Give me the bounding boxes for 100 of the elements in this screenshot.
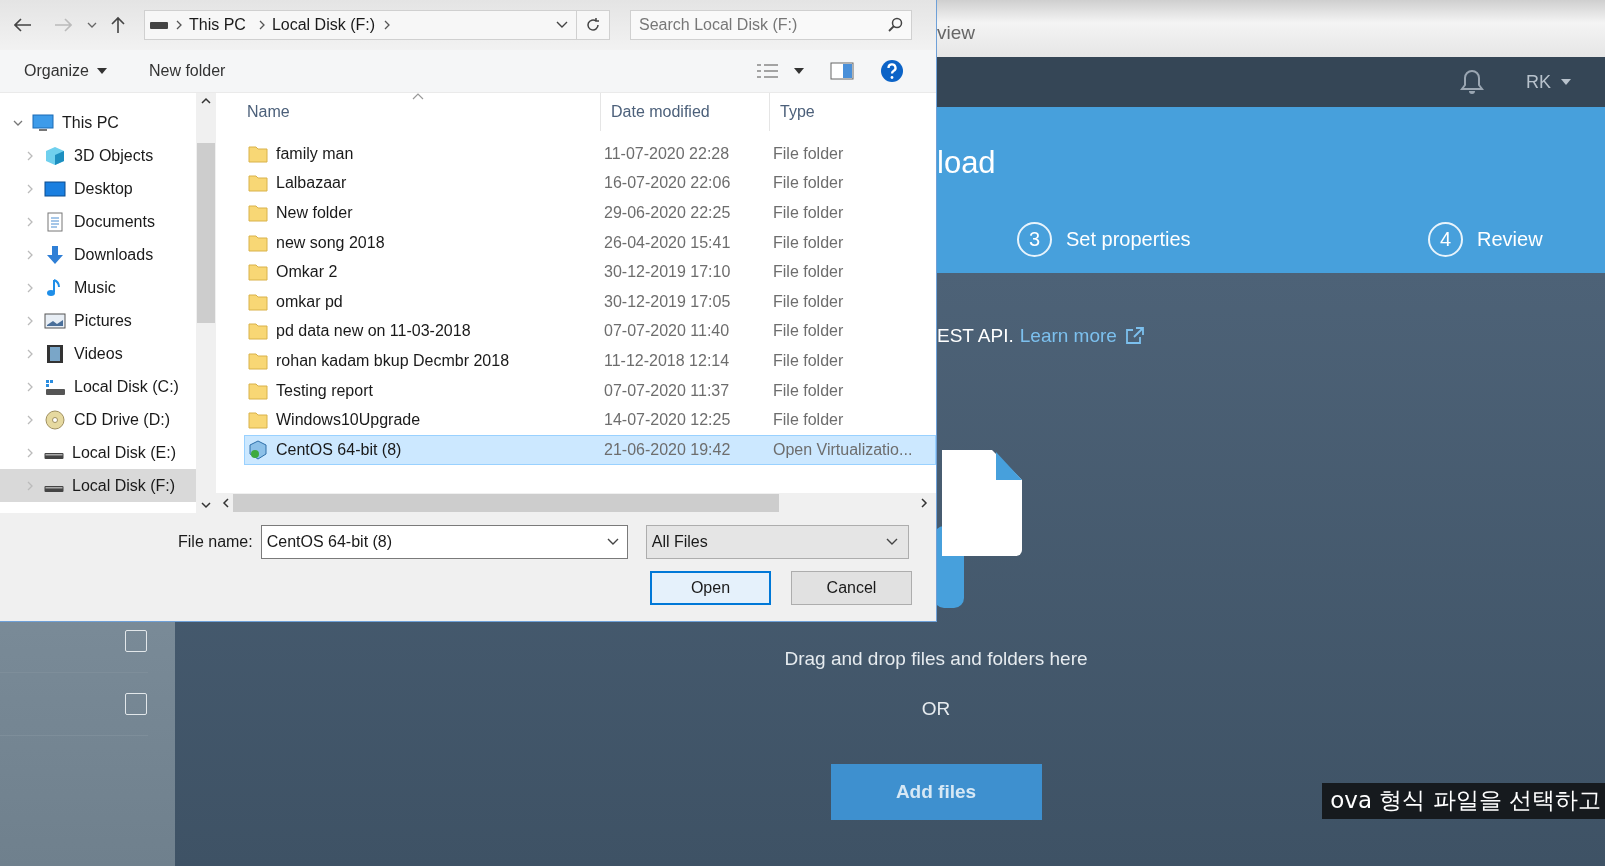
nav-item[interactable]: Downloads [0, 238, 196, 271]
row-checkbox[interactable] [125, 630, 147, 652]
chevron-down-icon[interactable] [606, 538, 619, 546]
cube-icon [44, 145, 66, 166]
scroll-left-icon[interactable] [222, 498, 229, 508]
scrollbar-thumb[interactable] [197, 143, 215, 323]
file-row[interactable]: family man 11-07-2020 22:28 File folder [244, 139, 936, 169]
preview-pane-icon[interactable] [830, 62, 854, 80]
chevron-right-icon [26, 150, 34, 161]
bell-icon[interactable] [1460, 69, 1484, 95]
folder-icon [248, 263, 268, 282]
folder-icon [248, 381, 268, 400]
chevron-right-icon [26, 315, 34, 326]
date-modified: 07-07-2020 11:40 [604, 322, 731, 341]
file-type: File folder [773, 322, 844, 341]
chevron-icon [257, 20, 266, 30]
file-name: family man [276, 144, 354, 163]
file-row[interactable]: new song 2018 26-04-2020 15:41 File folder [244, 227, 936, 258]
file-type: File folder [773, 263, 844, 282]
file-name: New folder [276, 204, 353, 222]
nav-item[interactable]: Local Disk (E:) [0, 436, 196, 469]
nav-item[interactable]: Pictures [0, 304, 196, 337]
file-name: Windows10Upgrade [276, 411, 421, 430]
chevron-right-icon [26, 216, 34, 227]
date-modified: 29-06-2020 22:25 [604, 204, 732, 222]
nav-item[interactable]: Music [0, 271, 196, 304]
step-number: 3 [1017, 222, 1052, 257]
caret-icon [1561, 79, 1571, 85]
folder-icon [248, 351, 268, 370]
file-name: CentOS 64-bit (8) [276, 440, 402, 459]
folder-icon [248, 322, 268, 341]
file-name: omkar pd [276, 292, 343, 311]
step-label: Review [1477, 228, 1543, 251]
file-row[interactable]: Windows10Upgrade 14-07-2020 12:25 File folder [244, 405, 936, 435]
organize-menu[interactable]: Organize [24, 62, 107, 80]
help-icon[interactable] [880, 59, 904, 83]
file-row[interactable]: New folder 29-06-2020 22:25 File folder [244, 198, 936, 228]
search-field[interactable]: Search Local Disk (F:) [630, 10, 912, 40]
nav-item[interactable]: Documents [0, 205, 196, 238]
view-options-icon[interactable] [756, 63, 804, 79]
file-row[interactable]: Omkar 2 30-12-2019 17:10 File folder [244, 257, 936, 287]
file-row[interactable]: Testing report 07-07-2020 11:37 File folder [244, 375, 936, 406]
scroll-up-icon[interactable] [201, 97, 211, 104]
nav-item[interactable]: This PC [0, 106, 196, 139]
folder-icon [248, 174, 268, 193]
disc-icon [44, 409, 66, 430]
chevron-right-icon [26, 249, 34, 260]
file-row[interactable]: CentOS 64-bit (8) 21-06-2020 19:42 Open Virtualizatio... [244, 434, 936, 465]
file-row[interactable]: omkar pd 30-12-2019 17:05 File folder [244, 286, 936, 317]
file-type-dropdown[interactable]: All Files [645, 525, 909, 559]
file-type: File folder [773, 351, 844, 370]
chevron-right-icon [26, 480, 34, 491]
chevron-down-icon [885, 538, 898, 546]
date-modified: 07-07-2020 11:37 [604, 381, 731, 400]
address-bar[interactable]: This PC Local Disk (F:) [144, 10, 610, 40]
folder-icon [248, 204, 268, 222]
nav-item[interactable]: CD Drive (D:) [0, 403, 196, 436]
file-name: new song 2018 [276, 233, 385, 252]
page-title: load [937, 144, 997, 182]
nav-item[interactable]: Local Disk (C:) [0, 370, 196, 403]
date-modified: 21-06-2020 19:42 [604, 440, 732, 459]
file-type: Open Virtualizatio... [773, 440, 913, 459]
scroll-right-icon[interactable] [921, 498, 928, 508]
file-row[interactable]: pd data new on 11-03-2018 07-07-2020 11:40 File folder [244, 316, 936, 347]
scroll-down-icon[interactable] [201, 502, 211, 509]
file-name: pd data new on 11-03-2018 [276, 322, 471, 341]
computer-icon [32, 112, 54, 133]
breadcrumb-item[interactable]: This PC [183, 16, 252, 34]
nav-item[interactable]: Local Disk (F:) [0, 469, 196, 502]
step-number: 4 [1428, 222, 1463, 257]
date-modified: 30-12-2019 17:10 [604, 263, 732, 282]
nav-item[interactable]: Desktop [0, 172, 196, 205]
drive-icon [44, 486, 64, 493]
drop-hint: Drag and drop files and folders here [784, 648, 1088, 670]
nav-item[interactable]: Videos [0, 337, 196, 370]
video-subtitle: ova 형식 파일을 선택하고 [1322, 783, 1605, 819]
step-label: Set properties [1066, 228, 1191, 251]
scrollbar-thumb[interactable] [233, 494, 779, 512]
refresh-icon[interactable] [585, 17, 601, 33]
row-checkbox[interactable] [125, 693, 147, 715]
file-type: File folder [773, 411, 844, 430]
cancel-button[interactable]: Cancel [791, 571, 912, 605]
picture-icon [44, 310, 66, 331]
file-name-field[interactable]: CentOS 64-bit (8) [260, 525, 628, 559]
desktop-icon [44, 178, 66, 199]
file-type: File folder [773, 292, 844, 311]
open-button[interactable]: Open [650, 571, 771, 605]
file-row[interactable]: rohan kadam bkup Decmbr 2018 11-12-2018 12:14 File folder [244, 346, 936, 376]
chevron-down-icon[interactable] [556, 21, 568, 29]
file-name: Lalbazaar [276, 174, 347, 193]
date-modified: 11-12-2018 12:14 [604, 351, 731, 370]
date-modified: 14-07-2020 12:25 [604, 411, 732, 430]
new-folder-button[interactable]: New folder [148, 62, 226, 80]
info-text: EST API. [937, 325, 1014, 347]
file-row[interactable]: Lalbazaar 16-07-2020 22:06 File folder [244, 168, 936, 199]
breadcrumb-item[interactable]: Local Disk (F:) [265, 16, 382, 34]
nav-item[interactable]: 3D Objects [0, 139, 196, 172]
user-menu[interactable]: RK [1520, 70, 1577, 94]
date-modified: 26-04-2020 15:41 [604, 233, 732, 252]
chevron-right-icon [26, 414, 34, 425]
